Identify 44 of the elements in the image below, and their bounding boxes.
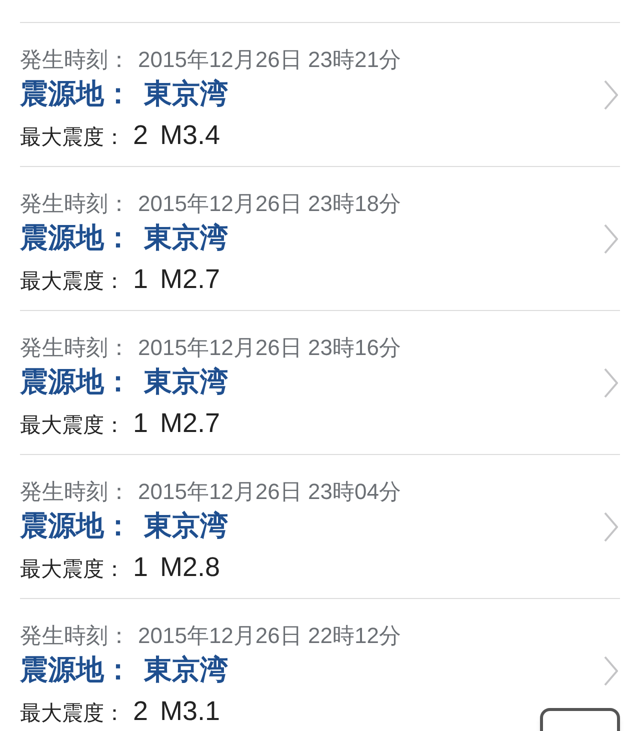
magnitude: M3.4 [160, 118, 220, 152]
quake-list-item[interactable]: 発生時刻： 2015年12月26日 23時21分 震源地： 東京湾 最大震度： 2 M3.4 [20, 23, 620, 167]
magnitude: M2.7 [160, 406, 220, 440]
magnitude: M2.7 [160, 262, 220, 296]
max-intensity: 1 [133, 550, 148, 584]
time-label: 発生時刻： [20, 334, 130, 362]
chevron-right-icon [604, 368, 618, 398]
intensity-label: 最大震度： [20, 556, 125, 582]
intensity-label: 最大震度： [20, 124, 125, 150]
epicenter-label: 震源地： [20, 652, 132, 686]
max-intensity: 1 [133, 406, 148, 440]
occurrence-time: 2015年12月26日 23時16分 [138, 334, 401, 362]
quake-list-item[interactable]: 発生時刻： 2015年12月26日 23時18分 震源地： 東京湾 最大震度： 1 M2.7 [20, 167, 620, 311]
intensity-label: 最大震度： [20, 268, 125, 294]
max-intensity: 2 [133, 118, 148, 152]
epicenter-name: 東京湾 [144, 76, 228, 110]
epicenter-label: 震源地： [20, 76, 132, 110]
time-label: 発生時刻： [20, 46, 130, 74]
chevron-right-icon [604, 80, 618, 110]
magnitude: M3.1 [160, 694, 220, 728]
epicenter-name: 東京湾 [144, 364, 228, 398]
quake-list-item[interactable]: 発生時刻： 2015年12月26日 23時04分 震源地： 東京湾 最大震度： 1 M2.8 [20, 455, 620, 599]
epicenter-name: 東京湾 [144, 652, 228, 686]
epicenter-name: 東京湾 [144, 220, 228, 254]
quake-list-item[interactable]: 発生時刻： 2015年12月26日 23時16分 震源地： 東京湾 最大震度： 1 M2.7 [20, 311, 620, 455]
max-intensity: 1 [133, 262, 148, 296]
time-label: 発生時刻： [20, 622, 130, 650]
occurrence-time: 2015年12月26日 22時12分 [138, 622, 401, 650]
time-label: 発生時刻： [20, 190, 130, 218]
epicenter-name: 東京湾 [144, 508, 228, 542]
time-label: 発生時刻： [20, 478, 130, 506]
chevron-right-icon [604, 224, 618, 254]
intensity-label: 最大震度： [20, 700, 125, 726]
occurrence-time: 2015年12月26日 23時18分 [138, 190, 401, 218]
chevron-right-icon [604, 656, 618, 686]
epicenter-label: 震源地： [20, 364, 132, 398]
occurrence-time: 2015年12月26日 23時21分 [138, 46, 401, 74]
occurrence-time: 2015年12月26日 23時04分 [138, 478, 401, 506]
epicenter-label: 震源地： [20, 508, 132, 542]
intensity-label: 最大震度： [20, 412, 125, 438]
magnitude: M2.8 [160, 550, 220, 584]
max-intensity: 2 [133, 694, 148, 728]
epicenter-label: 震源地： [20, 220, 132, 254]
chevron-right-icon [604, 512, 618, 542]
